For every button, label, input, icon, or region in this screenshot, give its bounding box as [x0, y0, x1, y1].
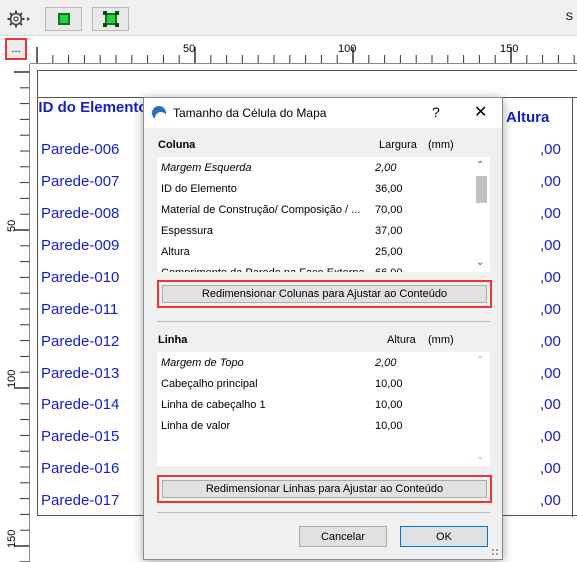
list-item[interactable]: Margem de Topo: [161, 353, 244, 374]
list-item-value[interactable]: 66,00: [375, 263, 403, 272]
table-row-id[interactable]: Parede-011: [41, 301, 118, 318]
table-row-id[interactable]: Parede-012: [41, 333, 119, 350]
table-row-id[interactable]: Parede-006: [41, 141, 119, 158]
scroll-down-icon[interactable]: ⌄: [476, 451, 484, 462]
list-item-value[interactable]: 10,00: [375, 374, 403, 395]
table-row-value: ,00: [540, 269, 561, 286]
table-row-value: ,00: [540, 396, 561, 413]
list-item[interactable]: Material de Construção/ Composição / ...: [161, 200, 360, 221]
table-row-value: ,00: [540, 205, 561, 222]
table-row-value: ,00: [540, 365, 561, 382]
list-item-value[interactable]: 25,00: [375, 242, 403, 263]
vruler-label-150: 150: [6, 529, 18, 548]
table-row-id[interactable]: Parede-015: [41, 428, 119, 445]
gear-icon: [7, 10, 30, 28]
ok-button[interactable]: OK: [400, 526, 488, 547]
list-item-value[interactable]: 37,00: [375, 221, 403, 242]
table-row-id[interactable]: Parede-013: [41, 365, 119, 382]
ruler-label-100: 100: [338, 43, 357, 55]
scroll-down-icon[interactable]: ⌄: [476, 257, 484, 268]
table-row-id[interactable]: Parede-010: [41, 269, 119, 286]
footer-divider: [157, 512, 490, 513]
cancel-button[interactable]: Cancelar: [299, 526, 387, 547]
vruler-label-100: 100: [6, 369, 18, 388]
list-item[interactable]: Cabeçalho principal: [161, 374, 258, 395]
column-section-label: Coluna: [158, 139, 196, 151]
select-cells-button[interactable]: [45, 7, 82, 31]
list-item[interactable]: Comprimento da Parede na Face Externa: [161, 263, 365, 272]
scrollbar-thumb[interactable]: [476, 176, 487, 203]
table-row-value: ,00: [540, 492, 561, 509]
fit-columns-button[interactable]: Redimensionar Colunas para Ajustar ao Co…: [162, 285, 487, 303]
horizontal-ruler: 50 100 150: [30, 37, 577, 64]
list-item-value[interactable]: 10,00: [375, 416, 403, 437]
cell-handles-icon: [102, 11, 119, 27]
settings-gear-button[interactable]: [4, 7, 34, 31]
list-item-value[interactable]: 10,00: [375, 395, 403, 416]
list-item[interactable]: Margem Esquerda: [161, 158, 252, 179]
ruler-corner-button[interactable]: ...: [5, 38, 27, 60]
table-row-value: ,00: [540, 141, 561, 158]
help-button[interactable]: ?: [432, 104, 440, 120]
resize-grip-icon[interactable]: [491, 548, 499, 556]
header-altura: Altura: [506, 109, 550, 126]
list-item-value[interactable]: 2,00: [375, 353, 396, 374]
list-item[interactable]: Espessura: [161, 221, 213, 242]
table-row-id[interactable]: Parede-017: [41, 492, 119, 509]
table-row-value: ,00: [540, 460, 561, 477]
fit-rows-highlight: Redimensionar Linhas para Ajustar ao Con…: [157, 475, 492, 503]
select-cell-handles-button[interactable]: [92, 7, 129, 31]
row-size-list[interactable]: Margem de Topo 2,00 Cabeçalho principal …: [157, 352, 490, 466]
list-item-value[interactable]: 2,00: [375, 158, 396, 179]
dialog-title: Tamanho da Célula do Mapa: [173, 106, 327, 120]
table-row-id[interactable]: Parede-007: [41, 173, 119, 190]
list-item[interactable]: Linha de valor: [161, 416, 230, 437]
row-section-label: Linha: [158, 334, 188, 346]
list-item[interactable]: Linha de cabeçalho 1: [161, 395, 266, 416]
close-button[interactable]: ✕: [474, 102, 487, 122]
fit-columns-highlight: Redimensionar Colunas para Ajustar ao Co…: [157, 280, 492, 308]
list-item-value[interactable]: 36,00: [375, 179, 403, 200]
table-row-value: ,00: [540, 237, 561, 254]
fit-rows-button[interactable]: Redimensionar Linhas para Ajustar ao Con…: [162, 480, 487, 498]
row-height-header: Altura: [387, 334, 416, 346]
table-row-id[interactable]: Parede-014: [41, 396, 119, 413]
column-list-scrollbar[interactable]: ⌃ ⌄: [473, 157, 490, 272]
vruler-label-50: 50: [6, 219, 18, 232]
row-unit-header: (mm): [428, 334, 454, 346]
column-size-list[interactable]: Margem Esquerda 2,00 ID do Elemento 36,0…: [157, 157, 490, 272]
dialog-title-bar: Tamanho da Célula do Mapa ? ✕: [144, 98, 502, 128]
header-element-id: ID do Elemento: [38, 99, 148, 116]
list-item[interactable]: Altura: [161, 242, 190, 263]
list-item[interactable]: ID do Elemento: [161, 179, 237, 200]
column-divider: [572, 97, 573, 517]
ruler-label-50: 50: [183, 43, 196, 55]
list-item-value[interactable]: 70,00: [375, 200, 403, 221]
map-cell-size-dialog: Tamanho da Célula do Mapa ? ✕ Coluna Lar…: [143, 97, 503, 560]
column-unit-header: (mm): [428, 139, 454, 151]
table-row-id[interactable]: Parede-009: [41, 237, 119, 254]
scroll-up-icon[interactable]: ⌃: [476, 160, 484, 171]
toolbar-truncated-text: S: [565, 11, 573, 23]
section-divider: [157, 321, 490, 322]
table-row-value: ,00: [540, 333, 561, 350]
ruler-label-150: 150: [500, 43, 519, 55]
vertical-ruler: 50 100 150: [0, 64, 30, 562]
table-row-id[interactable]: Parede-016: [41, 460, 119, 477]
table-row-value: ,00: [540, 173, 561, 190]
app-logo-icon: [152, 106, 166, 120]
table-row-value: ,00: [540, 301, 561, 318]
row-list-scrollbar[interactable]: ⌃ ⌄: [473, 352, 490, 466]
select-cells-icon: [57, 13, 70, 25]
toolbar: S: [0, 0, 577, 36]
column-width-header: Largura: [379, 139, 417, 151]
table-row-id[interactable]: Parede-008: [41, 205, 119, 222]
scroll-up-icon[interactable]: ⌃: [476, 355, 484, 366]
table-row-value: ,00: [540, 428, 561, 445]
